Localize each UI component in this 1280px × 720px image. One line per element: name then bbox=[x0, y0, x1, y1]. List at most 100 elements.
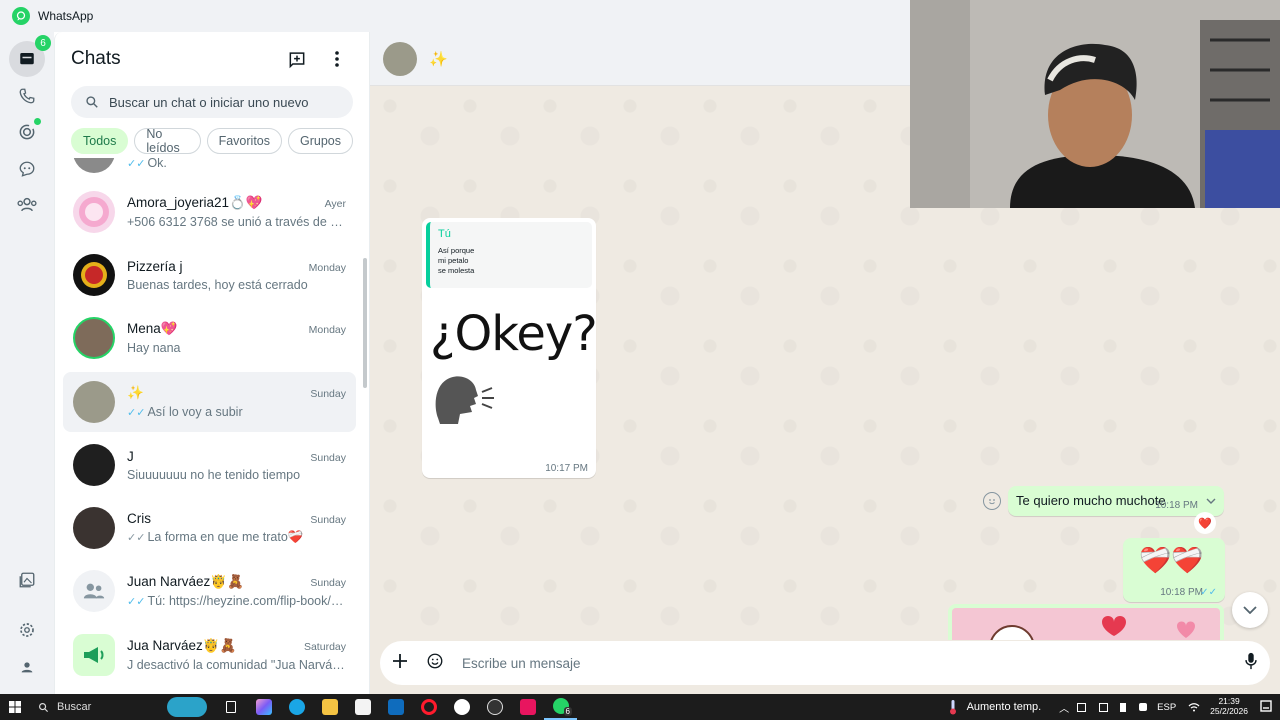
chat-list-item[interactable]: J Sunday Siuuuuuuu no he tenido tiempo bbox=[63, 435, 356, 495]
chat-list-panel: Chats Todos No leídos Favoritos Grupos ✓… bbox=[54, 32, 370, 694]
outgoing-text-message[interactable]: Te quiero mucho muchote 10:18 PM bbox=[1008, 486, 1224, 516]
usb-icon bbox=[1120, 702, 1127, 712]
settings-nav-button[interactable] bbox=[9, 612, 45, 648]
message-time: 10:17 PM bbox=[545, 463, 588, 474]
status-new-dot bbox=[34, 118, 41, 125]
new-chat-button[interactable] bbox=[281, 43, 313, 75]
contact-avatar[interactable] bbox=[383, 41, 417, 76]
taskbar-app-store[interactable] bbox=[346, 694, 379, 720]
taskbar-app-whatsapp[interactable]: 6 bbox=[544, 694, 577, 720]
chat-list-item[interactable]: Amora_joyeria21💍💖 Ayer +506 6312 3768 se … bbox=[63, 182, 356, 242]
wifi-icon[interactable] bbox=[1188, 702, 1200, 712]
profile-nav-button[interactable] bbox=[9, 649, 45, 685]
chat-time: Sunday bbox=[310, 577, 346, 589]
chat-list-item[interactable]: Juan Narváez🤴🧸 Sunday ✓✓ Tú: https://heyzi… bbox=[63, 561, 356, 621]
clock[interactable]: 21:39 25/2/2026 bbox=[1210, 696, 1248, 717]
message-time: 10:18 PM bbox=[1155, 500, 1198, 511]
outgoing-image-message[interactable] bbox=[948, 604, 1224, 640]
webcam-person-image bbox=[910, 0, 1280, 208]
notifications-button[interactable] bbox=[1260, 699, 1272, 715]
status-nav-button[interactable] bbox=[9, 114, 45, 150]
chat-preview: Buenas tardes, hoy está cerrado bbox=[127, 277, 308, 292]
filter-chip-unread[interactable]: No leídos bbox=[134, 127, 201, 155]
task-view-button[interactable] bbox=[214, 694, 247, 720]
quoted-message[interactable]: Tú Así porque mi petalo se molesta bbox=[426, 222, 592, 288]
sticker-icon bbox=[427, 653, 443, 668]
chats-nav-button[interactable]: 6 bbox=[9, 35, 51, 77]
search-input[interactable] bbox=[109, 94, 329, 110]
phone-icon bbox=[19, 88, 35, 104]
widgets-button[interactable] bbox=[160, 694, 214, 720]
chat-time: Sunday bbox=[310, 388, 346, 400]
calls-nav-button[interactable] bbox=[9, 78, 45, 114]
chat-preview: J desactivó la comunidad "Jua Narváe... bbox=[127, 658, 346, 672]
taskbar-app-obs[interactable] bbox=[478, 694, 511, 720]
avatar bbox=[73, 254, 115, 296]
channels-nav-button[interactable] bbox=[9, 151, 45, 187]
chat-preview: Siuuuuuuu no he tenido tiempo bbox=[127, 467, 301, 482]
avatar bbox=[73, 634, 115, 676]
tray-icons[interactable] bbox=[1077, 702, 1148, 712]
windows-logo-icon bbox=[9, 701, 21, 713]
channels-icon bbox=[19, 161, 35, 177]
react-emoji-button[interactable] bbox=[983, 492, 1001, 510]
language-indicator[interactable]: ESP bbox=[1157, 702, 1176, 713]
filter-chip-groups[interactable]: Grupos bbox=[288, 128, 353, 154]
chat-list-item[interactable]: ✓✓ Ok. bbox=[63, 158, 356, 182]
sticker-emoji-button[interactable] bbox=[426, 652, 444, 675]
folder-icon bbox=[321, 699, 338, 715]
chevron-down-icon bbox=[1206, 498, 1216, 504]
taskbar-app-outlook[interactable] bbox=[379, 694, 412, 720]
media-nav-button[interactable] bbox=[9, 562, 45, 598]
chat-list-item[interactable]: Cris Sunday ✓✓ La forma en que me trato❤️‍… bbox=[63, 498, 356, 558]
filter-chip-all[interactable]: Todos bbox=[71, 128, 129, 154]
scroll-to-bottom-button[interactable] bbox=[1232, 592, 1268, 628]
taskbar-app-explorer[interactable] bbox=[313, 694, 346, 720]
weather-widget[interactable]: Aumento temp. bbox=[949, 699, 1041, 715]
speaker-icon bbox=[1139, 702, 1148, 711]
incoming-sticker-message[interactable]: Tú Así porque mi petalo se molesta ¿Okey… bbox=[422, 218, 598, 478]
status-icon bbox=[19, 124, 35, 140]
system-tray: Aumento temp. ︿ ESP 21:39 25/2/2026 bbox=[949, 694, 1280, 720]
chat-name: Mena💖 bbox=[127, 321, 178, 336]
menu-button[interactable] bbox=[321, 43, 353, 75]
voice-record-button[interactable] bbox=[1244, 652, 1258, 675]
image-preview bbox=[952, 608, 1220, 640]
sticker-text: ¿Okey? bbox=[430, 306, 598, 362]
opera-icon bbox=[420, 699, 437, 715]
mail-icon bbox=[387, 699, 404, 715]
taskbar-app-edge[interactable] bbox=[280, 694, 313, 720]
group-icon bbox=[83, 583, 105, 599]
chevron-down-icon bbox=[1243, 606, 1257, 614]
clock-date: 25/2/2026 bbox=[1210, 706, 1248, 716]
start-button[interactable] bbox=[0, 694, 30, 720]
hearts-illustration-icon bbox=[990, 616, 1195, 640]
chat-preview: Así lo voy a subir bbox=[147, 405, 243, 419]
chat-list-item[interactable]: Jua Narváez🤴🧸 Saturday J desactivó la com… bbox=[63, 625, 356, 685]
outgoing-emoji-message[interactable]: ❤️‍🩹❤️‍🩹 10:18 PM ✓✓ bbox=[1123, 538, 1225, 602]
filter-chip-favorites[interactable]: Favoritos bbox=[206, 128, 282, 154]
taskbar-app-github[interactable] bbox=[445, 694, 478, 720]
message-reaction[interactable]: ❤️ bbox=[1194, 512, 1216, 534]
chat-list-item[interactable]: Pizzería j Monday Buenas tardes, hoy está… bbox=[63, 245, 356, 305]
whatsapp-taskbar-badge: 6 bbox=[563, 707, 572, 716]
whatsapp-logo-icon bbox=[12, 7, 30, 25]
taskbar-app-copilot[interactable] bbox=[247, 694, 280, 720]
message-input[interactable] bbox=[462, 655, 1244, 671]
display-icon bbox=[1098, 702, 1108, 712]
taskbar-app-tiktok[interactable] bbox=[511, 694, 544, 720]
communities-nav-button[interactable] bbox=[9, 187, 45, 223]
chat-time: Sunday bbox=[310, 514, 346, 526]
taskbar-app-opera[interactable] bbox=[412, 694, 445, 720]
chat-preview: Tú: https://heyzine.com/flip-book/6... bbox=[147, 594, 346, 608]
chevron-up-icon[interactable]: ︿ bbox=[1059, 700, 1069, 715]
chat-list-scrollbar[interactable] bbox=[363, 258, 367, 388]
chat-name: ✨ bbox=[127, 385, 144, 400]
chat-list-item-selected[interactable]: ✨ Sunday ✓✓ Así lo voy a subir bbox=[63, 372, 356, 432]
chat-preview: Ok. bbox=[147, 158, 167, 170]
taskbar-search[interactable]: Buscar bbox=[30, 696, 160, 718]
attach-button[interactable] bbox=[392, 653, 408, 674]
taskbar-search-label: Buscar bbox=[57, 701, 92, 713]
chat-list-item[interactable]: Mena💖 Monday Hay nana bbox=[63, 308, 356, 368]
speaking-head-icon bbox=[435, 376, 494, 424]
